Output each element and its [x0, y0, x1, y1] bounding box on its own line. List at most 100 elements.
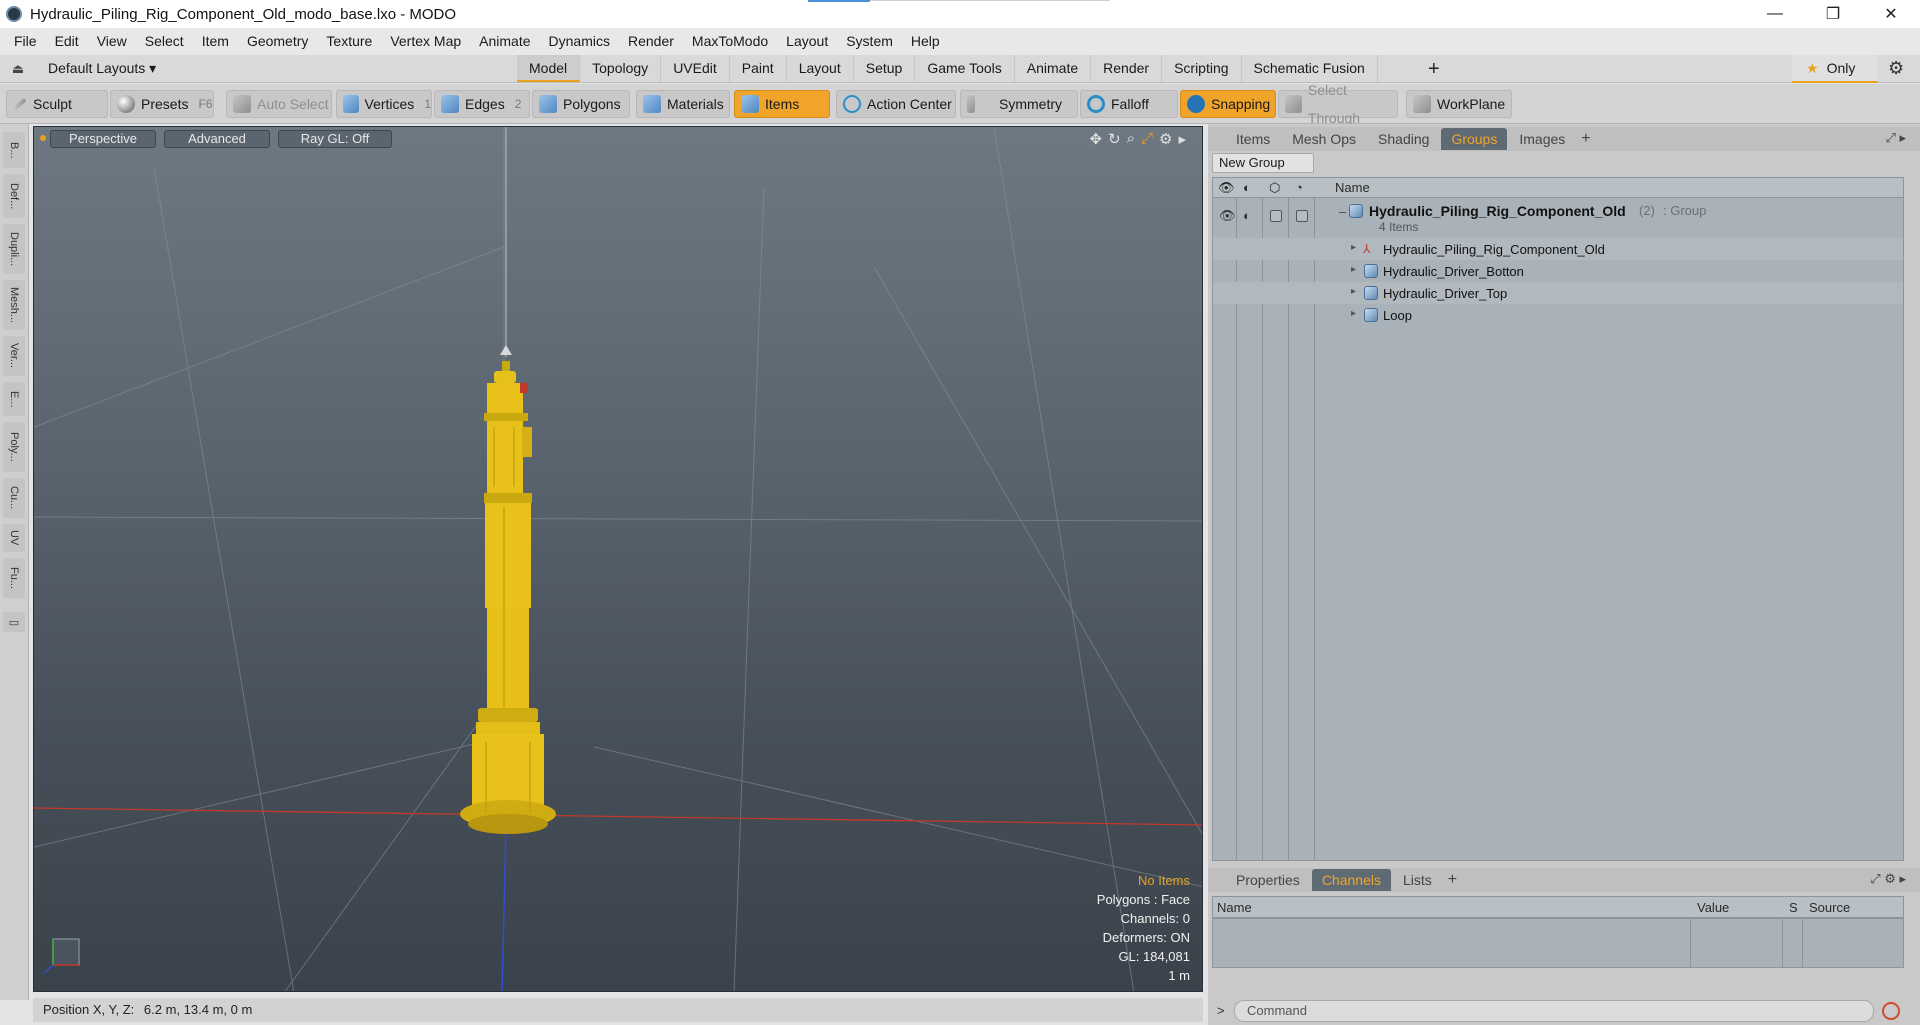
select-through-button[interactable]: Select Through [1278, 82, 1398, 126]
viewport-expand-icon[interactable]: ▸ [1178, 130, 1186, 148]
select-checkbox[interactable] [1296, 210, 1308, 222]
strip-tab-ver[interactable]: Ver... [3, 336, 25, 376]
move-view-icon[interactable]: ✥ [1089, 130, 1102, 148]
record-macro-icon[interactable] [1882, 1002, 1900, 1020]
action-center-button[interactable]: Action Center [836, 90, 956, 118]
snapping-button[interactable]: Snapping [1180, 90, 1276, 118]
tab-images[interactable]: Images [1509, 128, 1575, 150]
action-center-label: Action Center [867, 96, 952, 112]
tab-channels[interactable]: Channels [1311, 869, 1391, 891]
strip-tab-cu[interactable]: Cu... [3, 478, 25, 518]
tab-scripting[interactable]: Scripting [1162, 55, 1242, 82]
tab-shading[interactable]: Shading [1368, 128, 1439, 150]
gear-icon[interactable]: ⚙ [1888, 58, 1904, 79]
viewport-settings-icon[interactable]: ⚙ [1159, 130, 1172, 148]
viewport-menu-dot[interactable] [40, 135, 46, 141]
perspective-button[interactable]: Perspective [50, 130, 156, 148]
menu-render[interactable]: Render [619, 28, 683, 55]
new-group-button[interactable]: New Group [1212, 153, 1314, 173]
strip-tab-uv[interactable]: UV [3, 524, 25, 552]
workplane-button[interactable]: WorkPlane [1406, 90, 1512, 118]
strip-tab-fu[interactable]: Fu... [3, 558, 25, 598]
visibility-eye-icon[interactable]: 👁 [1219, 208, 1236, 224]
panel-expand-icon[interactable]: ⤢ ▸ [1885, 130, 1906, 146]
tab-animate[interactable]: Animate [1015, 55, 1092, 82]
only-toggle[interactable]: ★ Only [1792, 55, 1878, 83]
menu-view[interactable]: View [88, 28, 136, 55]
menu-layout[interactable]: Layout [777, 28, 837, 55]
render-toggle-icon[interactable]: ◐ [1243, 208, 1251, 223]
strip-expand-button[interactable]: ▭ [3, 612, 25, 632]
strip-tab-dupli[interactable]: Dupli... [3, 224, 25, 274]
close-button[interactable]: ✕ [1862, 0, 1920, 28]
add-layout-tab-button[interactable]: + [1428, 58, 1440, 81]
restore-button[interactable]: ❐ [1804, 0, 1862, 28]
tab-properties[interactable]: Properties [1226, 869, 1310, 891]
tab-topology[interactable]: Topology [580, 55, 662, 82]
menu-edit[interactable]: Edit [46, 28, 88, 55]
layout-home-icon[interactable]: ⏏ [10, 61, 26, 77]
collapse-icon[interactable]: – [1339, 204, 1346, 219]
polygons-button[interactable]: Polygons [532, 90, 630, 118]
add-channels-tab-button[interactable]: + [1448, 871, 1457, 889]
items-label: Items [765, 96, 800, 112]
menu-help[interactable]: Help [902, 28, 949, 55]
channels-expand-icon[interactable]: ⤢ ⚙ ▸ [1870, 871, 1906, 887]
tab-mesh-ops[interactable]: Mesh Ops [1282, 128, 1366, 150]
group-row[interactable]: 👁 ◐ – Hydraulic_Piling_Rig_Component_Old… [1213, 202, 1903, 236]
tab-setup[interactable]: Setup [854, 55, 916, 82]
raygl-button[interactable]: Ray GL: Off [278, 130, 392, 148]
3d-viewport[interactable]: Perspective Advanced Ray GL: Off ✥ ↻ ⌕ ⤢… [33, 126, 1203, 992]
list-item[interactable]: ▸ ⅄ Hydraulic_Piling_Rig_Component_Old [1213, 238, 1903, 260]
layouts-dropdown[interactable]: Default Layouts ▾ [48, 60, 156, 77]
materials-button[interactable]: Materials [636, 90, 730, 118]
list-item[interactable]: ▸ Hydraulic_Driver_Botton [1213, 260, 1903, 282]
menu-dynamics[interactable]: Dynamics [540, 28, 619, 55]
strip-tab-def[interactable]: Def... [3, 174, 25, 218]
falloff-button[interactable]: Falloff [1080, 90, 1178, 118]
tab-game-tools[interactable]: Game Tools [915, 55, 1015, 82]
menu-file[interactable]: File [5, 28, 46, 55]
menu-texture[interactable]: Texture [317, 28, 381, 55]
menu-item[interactable]: Item [193, 28, 238, 55]
menu-animate[interactable]: Animate [470, 28, 539, 55]
tab-paint[interactable]: Paint [730, 55, 787, 82]
symmetry-button[interactable]: Symmetry [960, 90, 1078, 118]
add-panel-tab-button[interactable]: + [1581, 130, 1590, 148]
zoom-view-icon[interactable]: ⌕ [1127, 130, 1135, 148]
items-button[interactable]: Items [734, 90, 830, 118]
rotate-view-icon[interactable]: ↻ [1108, 130, 1121, 148]
menu-geometry[interactable]: Geometry [238, 28, 317, 55]
strip-tab-e[interactable]: E... [3, 382, 25, 416]
command-input[interactable]: Command [1234, 1000, 1874, 1022]
auto-select-button[interactable]: Auto Select [226, 90, 332, 118]
vertices-button[interactable]: Vertices 1 [336, 90, 432, 118]
group-list-header: 👁 ◐ ⬡ ◔ Name [1213, 178, 1903, 198]
edges-label: Edges [465, 96, 505, 112]
tab-uvedit[interactable]: UVEdit [661, 55, 730, 82]
menu-vertex-map[interactable]: Vertex Map [381, 28, 470, 55]
menu-select[interactable]: Select [136, 28, 193, 55]
fit-view-icon[interactable]: ⤢ [1141, 130, 1153, 148]
vertices-icon [343, 95, 359, 113]
sculpt-button[interactable]: Sculpt [6, 90, 108, 118]
list-item[interactable]: ▸ Hydraulic_Driver_Top [1213, 282, 1903, 304]
strip-tab-b[interactable]: B... [3, 132, 25, 168]
tab-groups[interactable]: Groups [1441, 128, 1508, 150]
strip-tab-poly[interactable]: Poly... [3, 422, 25, 472]
tab-render[interactable]: Render [1091, 55, 1163, 82]
list-item[interactable]: ▸ Loop [1213, 304, 1903, 326]
menu-maxtomodo[interactable]: MaxToModo [683, 28, 777, 55]
advanced-button[interactable]: Advanced [164, 130, 270, 148]
menu-system[interactable]: System [837, 28, 902, 55]
tab-items[interactable]: Items [1226, 128, 1280, 150]
minimize-button[interactable]: — [1746, 0, 1804, 28]
lock-checkbox[interactable] [1270, 210, 1282, 222]
presets-button[interactable]: Presets F6 [110, 90, 214, 118]
edges-button[interactable]: Edges 2 [434, 90, 530, 118]
tab-model[interactable]: Model [517, 55, 581, 82]
strip-tab-mesh[interactable]: Mesh... [3, 280, 25, 330]
tab-layout[interactable]: Layout [787, 55, 854, 82]
channels-stat: Channels: 0 [1120, 911, 1190, 926]
tab-lists[interactable]: Lists [1393, 869, 1442, 891]
